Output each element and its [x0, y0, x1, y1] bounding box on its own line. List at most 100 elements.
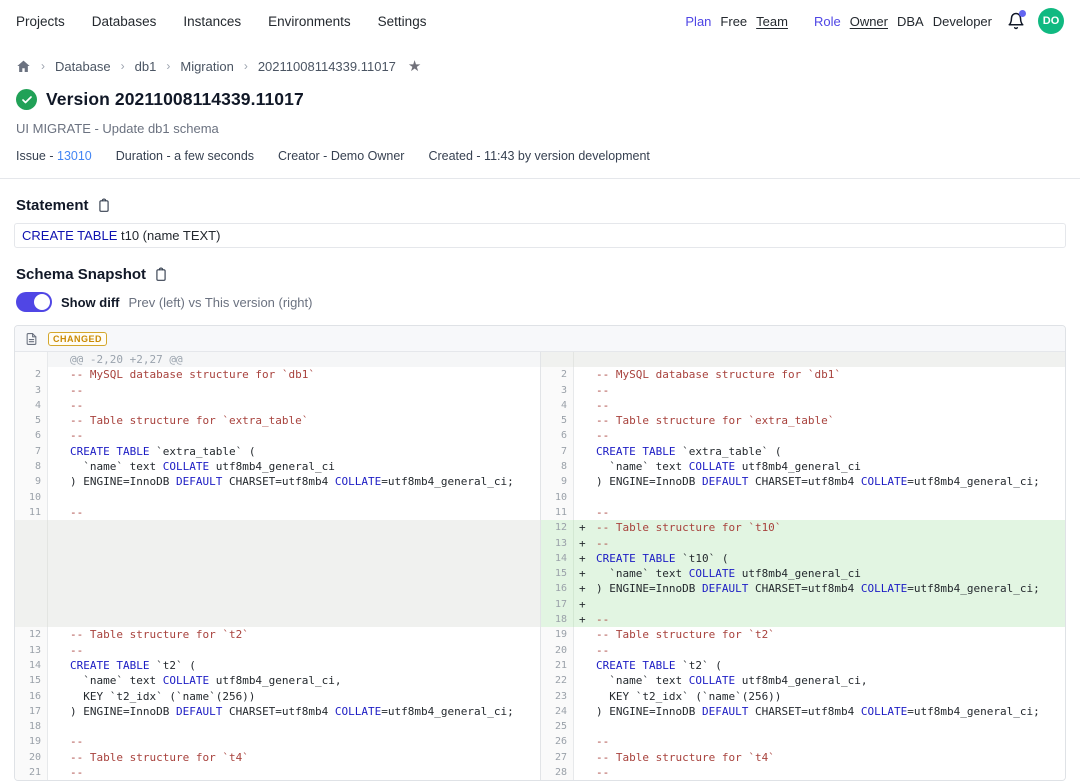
diff-marker	[48, 520, 64, 535]
code-text: --	[64, 505, 540, 520]
diff-line: 25	[541, 719, 1065, 734]
copy-snapshot-icon[interactable]	[154, 267, 168, 282]
version-title-row: Version 20211008114339.11017	[0, 89, 1080, 110]
breadcrumb-migration[interactable]: Migration	[180, 59, 233, 74]
diff-line	[541, 352, 1065, 367]
diff-line	[15, 612, 540, 627]
diff-marker	[574, 383, 590, 398]
code-text: --	[590, 765, 1065, 780]
line-number: 4	[541, 398, 574, 413]
code-text	[64, 520, 540, 535]
diff-line: 16 KEY `t2_idx` (`name`(256))	[15, 689, 540, 704]
code-text: --	[64, 734, 540, 749]
code-text: --	[590, 428, 1065, 443]
role-owner-link[interactable]: Owner	[850, 14, 888, 29]
diff-marker	[48, 734, 64, 749]
nav-item-settings[interactable]: Settings	[378, 14, 427, 29]
diff-header: CHANGED	[15, 326, 1065, 352]
notification-bell-icon[interactable]	[1007, 12, 1025, 30]
favorite-star-icon[interactable]: ★	[408, 59, 421, 74]
breadcrumb-db1[interactable]: db1	[135, 59, 157, 74]
line-number: 7	[15, 444, 48, 459]
notification-dot	[1019, 10, 1026, 17]
diff-marker	[48, 704, 64, 719]
diff-marker	[574, 505, 590, 520]
code-text: --	[590, 612, 1065, 627]
diff-line	[15, 536, 540, 551]
code-text: -- Table structure for `t10`	[590, 520, 1065, 535]
show-diff-row: Show diff Prev (left) vs This version (r…	[0, 292, 1080, 312]
statement-sql[interactable]: CREATE TABLE t10 (name TEXT)	[14, 223, 1066, 248]
diff-marker: +	[574, 612, 590, 627]
diff-line: 28--	[541, 765, 1065, 780]
home-icon[interactable]	[16, 59, 31, 74]
line-number: 16	[541, 581, 574, 596]
line-number	[15, 520, 48, 535]
line-number: 5	[541, 413, 574, 428]
code-text: ) ENGINE=InnoDB DEFAULT CHARSET=utf8mb4 …	[64, 474, 540, 489]
diff-marker	[574, 719, 590, 734]
breadcrumb-version[interactable]: 20211008114339.11017	[258, 59, 396, 74]
breadcrumb-database[interactable]: Database	[55, 59, 111, 74]
diff-marker	[574, 490, 590, 505]
code-text: --	[64, 643, 540, 658]
diff-marker	[48, 551, 64, 566]
migration-meta: Issue - 13010 Duration - a few seconds C…	[0, 149, 1080, 163]
diff-line: 7CREATE TABLE `extra_table` (	[15, 444, 540, 459]
nav-item-projects[interactable]: Projects	[16, 14, 65, 29]
diff-left-pane[interactable]: @@ -2,20 +2,27 @@2-- MySQL database stru…	[15, 352, 540, 780]
line-number	[541, 352, 574, 367]
code-text: --	[590, 383, 1065, 398]
code-text: --	[590, 536, 1065, 551]
diff-line: 8 `name` text COLLATE utf8mb4_general_ci	[15, 459, 540, 474]
copy-statement-icon[interactable]	[97, 198, 111, 213]
line-number: 24	[541, 704, 574, 719]
diff-marker	[48, 673, 64, 688]
code-text: --	[64, 398, 540, 413]
diff-line: 6--	[15, 428, 540, 443]
diff-marker	[48, 428, 64, 443]
diff-marker: +	[574, 536, 590, 551]
code-text: ) ENGINE=InnoDB DEFAULT CHARSET=utf8mb4 …	[590, 474, 1065, 489]
diff-line	[15, 597, 540, 612]
line-number: 2	[15, 367, 48, 382]
diff-line: 16+) ENGINE=InnoDB DEFAULT CHARSET=utf8m…	[541, 581, 1065, 596]
line-number: 20	[15, 750, 48, 765]
nav-item-databases[interactable]: Databases	[92, 14, 157, 29]
diff-line: 17+	[541, 597, 1065, 612]
diff-marker	[574, 643, 590, 658]
nav-item-instances[interactable]: Instances	[183, 14, 241, 29]
line-number: 9	[541, 474, 574, 489]
diff-line	[15, 566, 540, 581]
show-diff-toggle[interactable]	[16, 292, 52, 312]
diff-line: 13+--	[541, 536, 1065, 551]
diff-line: 17) ENGINE=InnoDB DEFAULT CHARSET=utf8mb…	[15, 704, 540, 719]
diff-line: 4--	[15, 398, 540, 413]
user-avatar[interactable]: DO	[1038, 8, 1064, 34]
diff-line: 22 `name` text COLLATE utf8mb4_general_c…	[541, 673, 1065, 688]
sql-keyword: CREATE TABLE	[22, 228, 117, 243]
changed-status-badge: CHANGED	[48, 332, 107, 346]
diff-marker: +	[574, 566, 590, 581]
diff-marker	[574, 734, 590, 749]
diff-marker	[574, 658, 590, 673]
diff-line: 19--	[15, 734, 540, 749]
diff-right-pane[interactable]: 2-- MySQL database structure for `db1`3-…	[540, 352, 1065, 780]
diff-marker	[48, 474, 64, 489]
line-number: 15	[15, 673, 48, 688]
diff-marker	[48, 750, 64, 765]
nav-item-environments[interactable]: Environments	[268, 14, 351, 29]
line-number: 6	[541, 428, 574, 443]
code-text: @@ -2,20 +2,27 @@	[64, 352, 540, 367]
line-number	[15, 566, 48, 581]
diff-marker	[48, 581, 64, 596]
code-text: -- MySQL database structure for `db1`	[590, 367, 1065, 382]
diff-line: 10	[541, 490, 1065, 505]
issue-link[interactable]: 13010	[57, 149, 92, 163]
diff-line	[15, 581, 540, 596]
line-number: 8	[15, 459, 48, 474]
diff-marker	[574, 459, 590, 474]
breadcrumb-separator: ›	[166, 59, 170, 73]
diff-line: 19-- Table structure for `t2`	[541, 627, 1065, 642]
plan-team-link[interactable]: Team	[756, 14, 788, 29]
